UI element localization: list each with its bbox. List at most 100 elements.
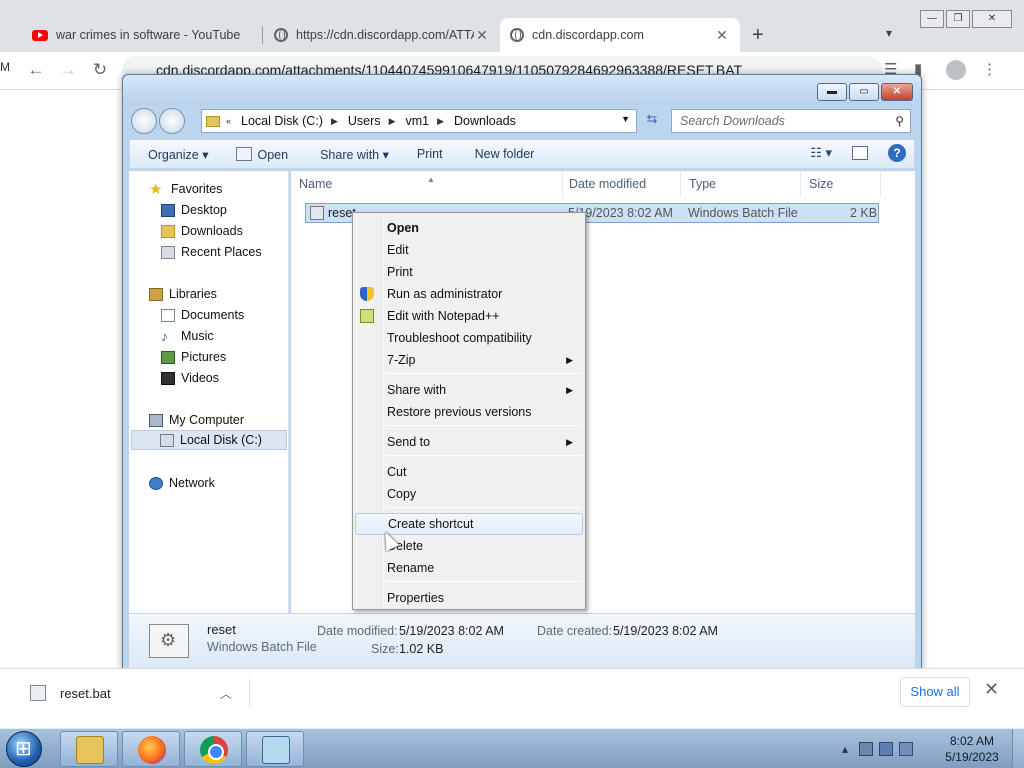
nav-music[interactable]: ♪ Music [161,326,214,346]
chevron-right-icon[interactable]: ▶ [331,116,338,127]
print-button[interactable]: Print [407,147,453,161]
maximize-button[interactable]: ▭ [849,83,879,101]
chevron-right-icon[interactable]: ▶ [389,116,396,127]
menu-item-rename[interactable]: Rename [355,557,583,579]
refresh-icon[interactable]: ⇆ [641,111,663,131]
tab-discord-attachment[interactable]: https://cdn.discordapp.com/ATTA ✕ [264,18,500,52]
nav-label: Music [181,329,214,343]
breadcrumb-users[interactable]: Users [348,114,381,128]
breadcrumb[interactable]: « Local Disk (C:) ▶ Users ▶ vm1 ▶ Downlo… [201,109,637,133]
submenu-arrow-icon: ▶ [566,385,573,395]
menu-item-print[interactable]: Print [355,261,583,283]
menu-item-copy[interactable]: Copy [355,483,583,505]
downloads-folder-icon [161,224,175,238]
reload-icon[interactable]: ↻ [90,60,110,80]
close-icon[interactable]: ✕ [984,679,999,700]
uac-shield-icon [360,287,374,301]
menu-item-7zip[interactable]: 7-Zip ▶ [355,349,583,371]
organize-label: Organize [148,147,199,162]
profile-avatar[interactable] [946,60,966,80]
nav-local-disk[interactable]: Local Disk (C:) [131,430,287,450]
breadcrumb-vm1[interactable]: vm1 [405,114,429,128]
menu-item-edit[interactable]: Edit [355,239,583,261]
nav-documents[interactable]: Documents [161,305,244,325]
page-letter: M [0,60,10,74]
nav-pictures[interactable]: Pictures [161,347,226,367]
close-tab-icon[interactable]: ✕ [714,27,730,44]
nav-libraries[interactable]: Libraries [149,284,217,304]
nav-recent-places[interactable]: Recent Places [161,242,262,262]
forward-arrow-icon[interactable]: → [58,60,78,80]
column-header-type[interactable]: Type [681,171,801,197]
search-placeholder: Search Downloads [680,114,785,128]
menu-item-cut[interactable]: Cut [355,461,583,483]
explorer-titlebar[interactable]: ▬ ▭ ✕ [123,75,921,105]
firefox-icon [138,736,166,764]
column-header-size[interactable]: Size [801,171,881,197]
batch-file-icon [30,685,46,701]
file-size: 2 KB [850,206,878,220]
view-options-icon[interactable]: ☷ ▾ [810,145,832,161]
kebab-menu-icon[interactable]: ⋮ [982,60,997,78]
back-button[interactable] [131,108,157,134]
menu-item-troubleshoot[interactable]: Troubleshoot compatibility [355,327,583,349]
menu-item-send-to[interactable]: Send to ▶ [355,431,583,453]
maximize-button[interactable]: ❐ [946,10,970,28]
start-button[interactable] [6,731,42,767]
chevron-right-icon[interactable]: ▶ [437,116,444,127]
menu-item-properties[interactable]: Properties [355,587,583,609]
new-tab-button[interactable]: + [752,24,764,47]
chevron-down-icon[interactable]: ▼ [621,114,630,124]
preview-pane-icon[interactable] [852,146,868,160]
column-header-name[interactable]: Name ▲ [291,171,563,197]
show-desktop-button[interactable] [1012,729,1024,768]
search-input[interactable]: Search Downloads ⚲ [671,109,911,133]
tray-expand-icon[interactable]: ▴ [842,742,848,756]
tab-search-chevron-icon[interactable]: ▾ [886,26,892,40]
new-folder-button[interactable]: New folder [465,147,545,161]
tab-discord-active[interactable]: cdn.discordapp.com ✕ [500,18,740,52]
breadcrumb-local-disk[interactable]: Local Disk (C:) [241,114,323,128]
column-header-date-modified[interactable]: Date modified [561,171,681,197]
menu-item-restore-previous-versions[interactable]: Restore previous versions [355,401,583,423]
nav-favorites[interactable]: ★ Favorites [149,179,222,199]
organize-button[interactable]: Organize ▾ [138,147,218,162]
download-item[interactable]: reset.bat ︿ [30,679,250,707]
overflow-chevron-icon[interactable]: « [226,116,231,126]
volume-muted-icon[interactable] [899,742,914,756]
open-button[interactable]: Open [226,147,298,162]
show-all-button[interactable]: Show all [900,677,970,707]
menu-item-share-with[interactable]: Share with ▶ [355,379,583,401]
taskbar-clock[interactable]: 8:02 AM 5/19/2023 [940,733,1004,765]
back-arrow-icon[interactable]: ← [26,60,46,80]
share-with-button[interactable]: Share with ▾ [310,147,399,162]
taskbar-chrome[interactable] [184,731,242,767]
network-status-icon[interactable] [879,742,894,756]
taskbar-explorer[interactable] [60,731,118,767]
download-filename: reset.bat [60,685,111,701]
breadcrumb-downloads[interactable]: Downloads [454,114,516,128]
search-icon[interactable]: ⚲ [895,110,904,132]
chevron-up-icon[interactable]: ︿ [220,685,232,702]
taskbar-firefox[interactable] [122,731,180,767]
sort-ascending-icon: ▲ [427,175,435,184]
nav-network[interactable]: Network [149,473,215,493]
taskbar-notepad[interactable] [246,731,304,767]
minimize-button[interactable]: ▬ [817,83,847,101]
close-tab-icon[interactable]: ✕ [474,27,490,44]
minimize-button[interactable]: — [920,10,944,28]
tab-youtube[interactable]: war crimes in software - YouTube [22,18,260,52]
forward-button[interactable] [159,108,185,134]
menu-item-run-as-administrator[interactable]: Run as administrator [355,283,583,305]
action-center-flag-icon[interactable] [859,742,874,756]
nav-videos[interactable]: Videos [161,368,219,388]
menu-item-edit-with-notepadpp[interactable]: Edit with Notepad++ [355,305,583,327]
chrome-window-controls: — ❐ ✕ [918,10,1012,28]
close-window-button[interactable]: ✕ [881,83,913,101]
nav-my-computer[interactable]: My Computer [149,410,244,430]
close-window-button[interactable]: ✕ [972,10,1012,28]
help-icon[interactable]: ? [888,144,906,162]
nav-desktop[interactable]: Desktop [161,200,227,220]
menu-item-open[interactable]: Open [355,217,583,239]
nav-downloads[interactable]: Downloads [161,221,243,241]
